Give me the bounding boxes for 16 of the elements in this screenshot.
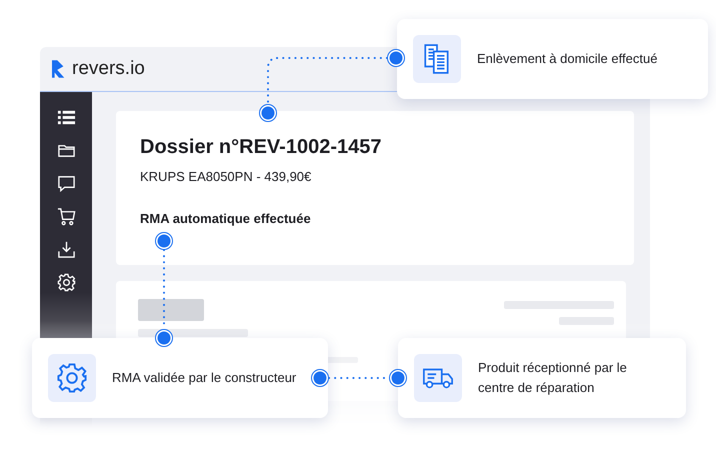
cart-icon[interactable] [56,207,76,226]
step-text: RMA validée par le constructeur [112,369,296,387]
gear-icon [56,362,88,394]
list-icon[interactable] [56,108,76,127]
download-icon[interactable] [56,240,76,259]
status-text: RMA automatique effectuée [140,211,312,226]
step-text: Produit réceptionné par le centre de réparation [478,359,628,397]
logo-icon [52,60,66,78]
product-text: KRUPS EA8050PN - 439,90€ [140,169,312,184]
chat-icon[interactable] [56,174,76,193]
case-title: Dossier n°REV-1002-1457 [140,136,382,159]
connector-dot [155,232,173,250]
settings-icon[interactable] [56,273,76,292]
logo-text: revers.io [72,58,145,80]
placeholder-block [138,299,204,321]
step-text: Enlèvement à domicile effectué [477,50,658,68]
